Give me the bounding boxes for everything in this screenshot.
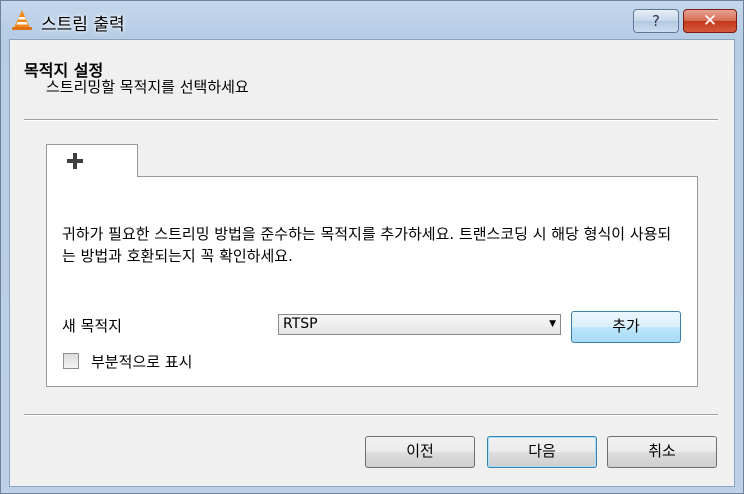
cancel-button[interactable]: 취소 bbox=[607, 436, 717, 468]
stream-output-window: 스트림 출력 ? ✕ 목적지 설정 스트리밍할 목적지를 선택하세요 귀하가 필… bbox=[0, 0, 744, 494]
header-divider bbox=[24, 119, 718, 121]
tab-add-destination[interactable] bbox=[46, 144, 138, 177]
help-button[interactable]: ? bbox=[633, 9, 679, 33]
close-button[interactable]: ✕ bbox=[683, 9, 737, 33]
chevron-down-icon: ▼ bbox=[549, 319, 556, 329]
wizard-header: 목적지 설정 스트리밍할 목적지를 선택하세요 bbox=[10, 40, 734, 108]
title-bar[interactable]: 스트림 출력 ? ✕ bbox=[1, 1, 743, 39]
dialog-body: 목적지 설정 스트리밍할 목적지를 선택하세요 귀하가 필요한 스트리밍 방법을… bbox=[9, 39, 735, 487]
vlc-cone-icon bbox=[12, 10, 32, 30]
new-destination-label: 새 목적지 bbox=[62, 317, 122, 335]
window-title: 스트림 출력 bbox=[41, 15, 125, 35]
next-button[interactable]: 다음 bbox=[487, 436, 597, 468]
plus-icon bbox=[67, 153, 83, 169]
partial-display-label[interactable]: 부분적으로 표시 bbox=[91, 351, 192, 372]
destination-select-value: RTSP bbox=[283, 316, 318, 332]
panel-description: 귀하가 필요한 스트리밍 방법을 준수하는 목적지를 추가하세요. 트랜스코딩 … bbox=[62, 225, 672, 265]
footer-divider bbox=[24, 414, 718, 416]
add-button[interactable]: 추가 bbox=[571, 311, 681, 343]
page-subtitle: 스트리밍할 목적지를 선택하세요 bbox=[46, 78, 249, 96]
partial-display-checkbox[interactable] bbox=[63, 353, 79, 369]
destination-panel: 귀하가 필요한 스트리밍 방법을 준수하는 목적지를 추가하세요. 트랜스코딩 … bbox=[46, 176, 698, 387]
destination-select[interactable]: RTSP ▼ bbox=[278, 314, 561, 335]
prev-button[interactable]: 이전 bbox=[365, 436, 475, 468]
